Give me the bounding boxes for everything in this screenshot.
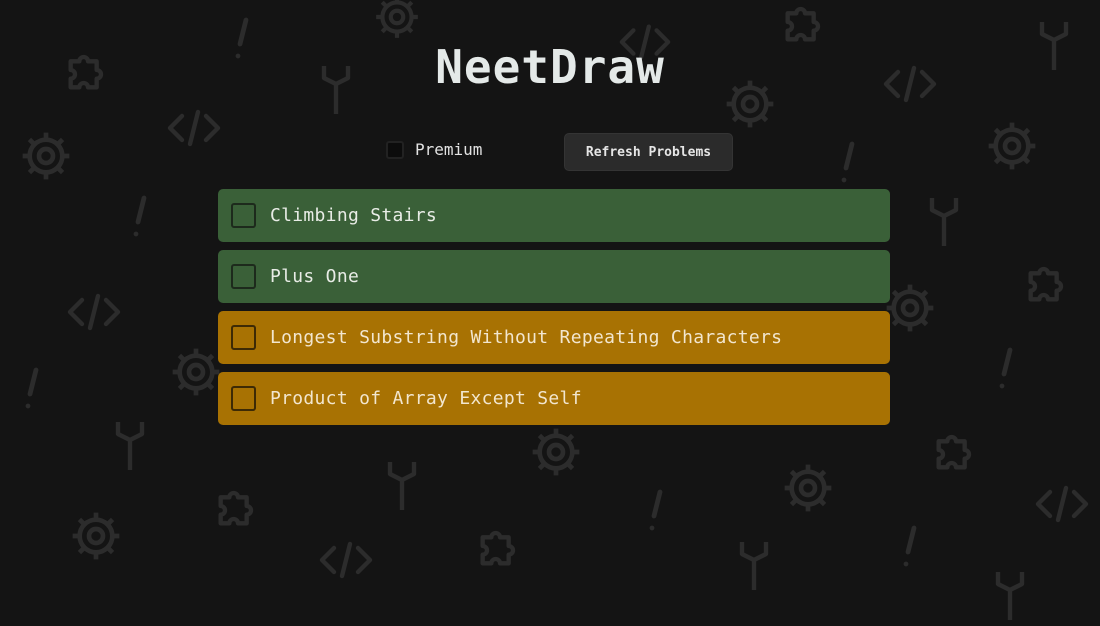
problem-item[interactable]: Plus One — [218, 250, 890, 303]
problem-name: Plus One — [270, 266, 360, 287]
premium-toggle[interactable]: Premium — [386, 140, 482, 159]
problem-checkbox[interactable] — [231, 386, 256, 411]
premium-checkbox[interactable] — [386, 140, 404, 159]
problem-checkbox[interactable] — [231, 264, 256, 289]
problem-item[interactable]: Longest Substring Without Repeating Char… — [218, 311, 890, 364]
premium-label: Premium — [415, 140, 483, 159]
problem-name: Longest Substring Without Repeating Char… — [270, 327, 783, 348]
problem-item[interactable]: Climbing Stairs — [218, 189, 890, 242]
problem-checkbox[interactable] — [231, 203, 256, 228]
problem-list: Climbing Stairs Plus One Longest Substri… — [218, 189, 890, 433]
controls-bar: Premium Refresh Problems — [0, 133, 1100, 171]
page-title: NeetDraw — [435, 40, 665, 94]
main-content: NeetDraw Premium Refresh Problems Climbi… — [0, 0, 1100, 600]
problem-name: Climbing Stairs — [270, 205, 438, 226]
problem-checkbox[interactable] — [231, 325, 256, 350]
refresh-problems-button[interactable]: Refresh Problems — [564, 133, 733, 171]
problem-name: Product of Array Except Self — [270, 388, 582, 409]
problem-item[interactable]: Product of Array Except Self — [218, 372, 890, 425]
